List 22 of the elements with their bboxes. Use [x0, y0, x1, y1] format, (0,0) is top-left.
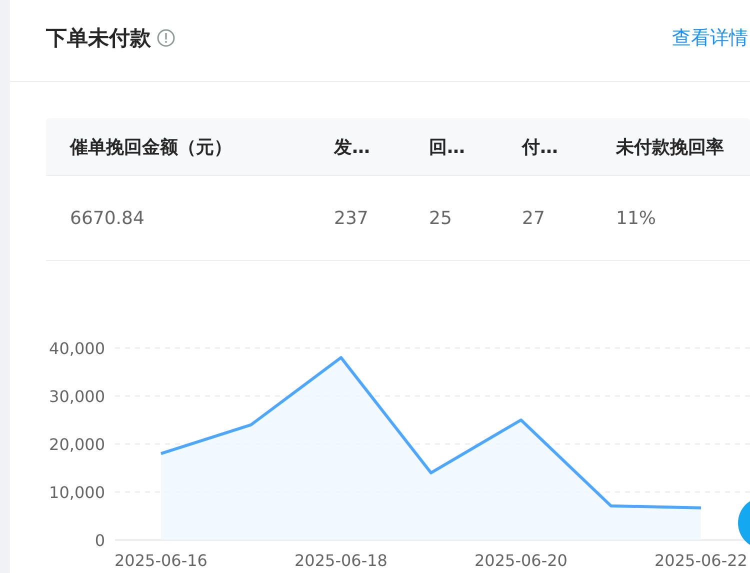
y-axis-label: 10,000 [49, 483, 105, 502]
x-axis-label: 2025-06-18 [294, 551, 388, 570]
table-cell-text: 25 [428, 208, 453, 228]
table-cell-text: 27 [521, 208, 546, 228]
y-axis-label: 40,000 [49, 339, 105, 358]
info-icon [157, 28, 175, 46]
y-axis-label: 30,000 [49, 387, 105, 406]
table-cell-text: 6670.84 [69, 208, 146, 228]
view-details-link[interactable]: 查看详情 [672, 24, 748, 50]
y-axis-label: 0 [94, 531, 105, 550]
table-cell-text: 237 [333, 208, 370, 228]
column-header: 发… [332, 136, 371, 158]
x-axis-label: 2025-06-16 [114, 551, 208, 570]
column-header: 未付款挽回率 [614, 136, 725, 158]
x-axis-label: 2025-06-20 [474, 551, 568, 570]
column-header: 回… [428, 136, 466, 158]
column-header: 催单挽回金额（元） [68, 136, 233, 158]
table-cell-text: 11% [615, 208, 658, 228]
y-axis-label: 20,000 [49, 435, 105, 454]
column-header: 付… [520, 136, 559, 158]
section-title: 下单未付款 [46, 24, 151, 52]
x-axis-label: 2025-06-22 [654, 551, 748, 570]
